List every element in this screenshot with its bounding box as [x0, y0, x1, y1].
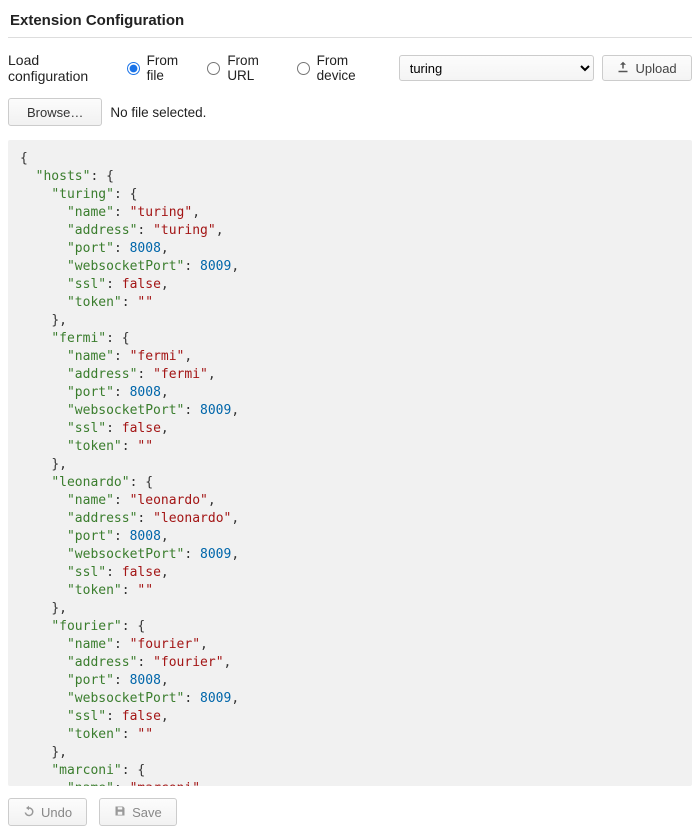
file-status-label: No file selected.: [110, 105, 206, 120]
radio-from-file[interactable]: [127, 62, 140, 75]
json-content: { "hosts": { "turing": { "name": "turing…: [20, 150, 680, 786]
radio-from-file-label: From file: [147, 53, 194, 83]
undo-button-label: Undo: [41, 805, 72, 820]
radio-from-device-label: From device: [317, 53, 383, 83]
radio-from-device[interactable]: [297, 62, 310, 75]
config-source-row: Load configuration From file From URL Fr…: [8, 52, 692, 84]
radio-from-url[interactable]: [207, 62, 220, 75]
radio-from-url-label: From URL: [227, 53, 282, 83]
undo-button[interactable]: Undo: [8, 798, 87, 826]
load-config-label: Load configuration: [8, 52, 115, 84]
upload-button-label: Upload: [635, 61, 676, 76]
json-editor[interactable]: { "hosts": { "turing": { "name": "turing…: [8, 140, 692, 786]
divider: [8, 37, 692, 38]
save-button[interactable]: Save: [99, 798, 177, 826]
file-picker-row: Browse… No file selected.: [8, 98, 692, 126]
save-icon: [114, 805, 126, 820]
upload-button[interactable]: Upload: [602, 55, 692, 81]
host-select[interactable]: turingfermileonardofouriermarconi: [399, 55, 594, 81]
footer-buttons: Undo Save: [8, 798, 692, 826]
page-title: Extension Configuration: [8, 8, 692, 37]
browse-button[interactable]: Browse…: [8, 98, 102, 126]
save-button-label: Save: [132, 805, 162, 820]
upload-icon: [617, 61, 629, 76]
undo-icon: [23, 805, 35, 820]
source-radio-group: From file From URL From device: [123, 53, 383, 83]
